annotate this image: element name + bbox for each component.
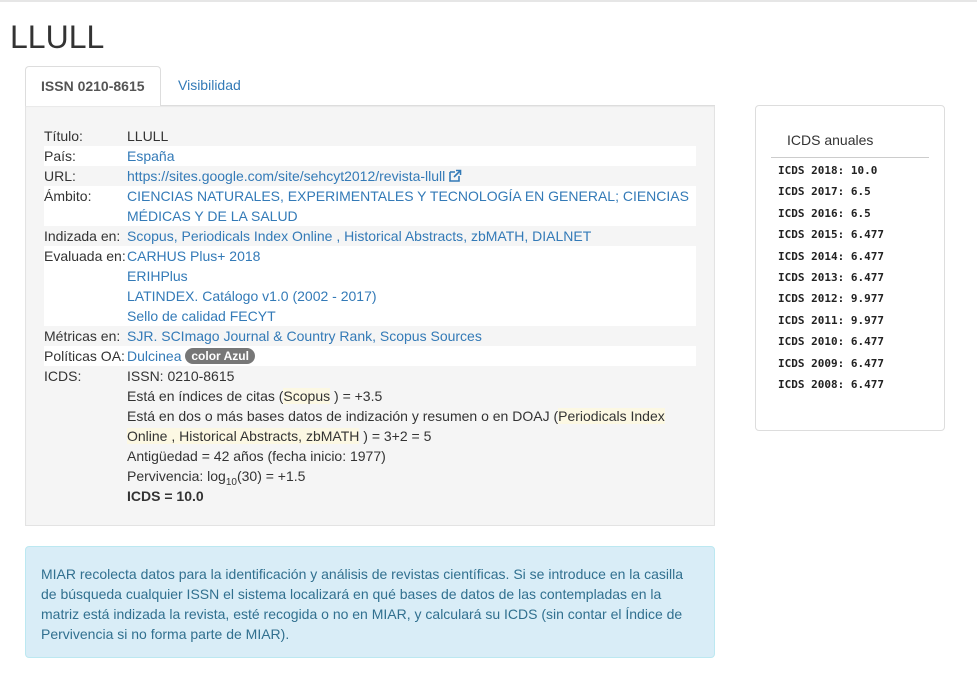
indizada-link-scopus[interactable]: Scopus [127, 228, 174, 244]
icds-year-item: ICDS 2013: 6.477 [778, 270, 884, 284]
evaluada-link-erihplus[interactable]: ERIHPlus [127, 268, 188, 284]
icds-year-item: ICDS 2011: 9.977 [778, 313, 884, 327]
ambito-link-line1[interactable]: CIENCIAS NATURALES, EXPERIMENTALES Y TEC… [127, 188, 689, 204]
indizada-link-periodicals[interactable]: Periodicals Index Online [181, 228, 332, 244]
icds-anuales-list: ICDS 2018: 10.0 ICDS 2017: 6.5 ICDS 2016… [778, 160, 884, 395]
icds-citas-line: Está en índices de citas (Scopus ) = +3.… [127, 388, 383, 404]
pais-row: País: España [44, 146, 696, 166]
evaluada-row: Evaluada en: CARHUS Plus+ 2018 ERIHPlus … [44, 246, 696, 326]
icds-total: ICDS = 10.0 [127, 488, 204, 504]
icds-year-item: ICDS 2015: 6.477 [778, 228, 884, 242]
ambito-label: Ámbito: [44, 188, 92, 204]
journal-details-panel: Título: LLULL País: España URL: https://… [25, 106, 715, 526]
icds-bases-line: Está en dos o más bases datos de indizac… [127, 408, 665, 424]
pais-label: País: [44, 148, 76, 164]
page-title: LLULL [10, 19, 105, 55]
top-divider [0, 0, 977, 2]
indizada-link-zbmath[interactable]: zbMATH [471, 228, 524, 244]
titulo-label: Título: [44, 128, 83, 144]
evaluada-link-latindex[interactable]: LATINDEX. Catálogo v1.0 (2002 - 2017) [127, 288, 377, 304]
icds-bases-db1: Periodicals Index [558, 408, 665, 424]
politicas-label: Políticas OA: [44, 348, 125, 364]
metricas-link-sjr[interactable]: SJR. SCImago Journal & Country Rank [127, 328, 372, 344]
icds-year-item: ICDS 2010: 6.477 [778, 335, 884, 349]
metricas-row: Métricas en: SJR. SCImago Journal & Coun… [44, 328, 482, 344]
icds-year-item: ICDS 2012: 9.977 [778, 292, 884, 306]
icds-citas-db: Scopus [283, 388, 331, 404]
url-row: URL: https://sites.google.com/site/sehcy… [44, 166, 696, 186]
evaluada-label: Evaluada en: [44, 248, 126, 264]
oa-color-badge: color Azul [185, 348, 255, 364]
ambito-link-line2[interactable]: MÉDICAS Y DE LA SALUD [127, 208, 298, 224]
titulo-value: LLULL [127, 128, 169, 144]
info-text: MIAR recolecta datos para la identificac… [41, 566, 683, 642]
icds-breakdown: ISSN: 0210-8615 Está en índices de citas… [127, 366, 696, 506]
url-label: URL: [44, 168, 76, 184]
external-link-icon[interactable] [448, 169, 462, 183]
icds-label: ICDS: [44, 368, 82, 384]
icds-pervivencia: Pervivencia: log10(30) = +1.5 [127, 468, 306, 488]
pais-link[interactable]: España [127, 148, 174, 164]
icds-anuales-divider [771, 157, 929, 158]
indizada-label: Indizada en: [44, 228, 121, 244]
icds-year-item: ICDS 2008: 6.477 [778, 377, 884, 391]
indizada-row: Indizada en: Scopus, Periodicals Index O… [44, 228, 592, 244]
metricas-label: Métricas en: [44, 328, 121, 344]
info-alert: MIAR recolecta datos para la identificac… [25, 546, 715, 658]
icds-year-item: ICDS 2016: 6.5 [778, 206, 871, 220]
tab-visibilidad[interactable]: Visibilidad [163, 66, 256, 106]
evaluada-link-fecyt[interactable]: Sello de calidad FECYT [127, 308, 276, 324]
indizada-link-dialnet[interactable]: DIALNET [532, 228, 591, 244]
tab-bar: ISSN 0210-8615 Visibilidad [25, 66, 715, 107]
titulo-row: Título: LLULL [44, 126, 696, 146]
icds-row: ICDS: ISSN: 0210-8615 Está en índices de… [44, 366, 696, 506]
icds-year-item: ICDS 2018: 10.0 [778, 164, 878, 177]
icds-anuales-title: ICDS anuales [787, 132, 874, 148]
icds-issn: ISSN: 0210-8615 [127, 368, 235, 384]
icds-bases-line2: Online , Historical Abstracts, zbMATH ) … [127, 428, 432, 444]
icds-antiguedad: Antigüedad = 42 años (fecha inicio: 1977… [127, 448, 386, 464]
tab-issn[interactable]: ISSN 0210-8615 [25, 66, 161, 107]
evaluada-link-carhus[interactable]: CARHUS Plus+ 2018 [127, 248, 260, 264]
ambito-row: Ámbito: CIENCIAS NATURALES, EXPERIMENTAL… [44, 186, 696, 226]
politicas-link-dulcinea[interactable]: Dulcinea [127, 348, 181, 364]
url-link[interactable]: https://sites.google.com/site/sehcyt2012… [127, 168, 445, 184]
icds-year-item: ICDS 2009: 6.477 [778, 356, 884, 370]
indizada-link-historical[interactable]: Historical Abstracts [344, 228, 463, 244]
icds-year-item: ICDS 2014: 6.477 [778, 249, 884, 263]
politicas-row: Políticas OA: Dulcinea color Azul [44, 346, 696, 366]
icds-bases-db2: Online , Historical Abstracts, zbMATH [127, 428, 360, 444]
metricas-link-scopus-sources[interactable]: Scopus Sources [380, 328, 482, 344]
icds-year-item: ICDS 2017: 6.5 [778, 185, 871, 199]
icds-anuales-panel: ICDS anuales ICDS 2018: 10.0 ICDS 2017: … [755, 105, 945, 431]
